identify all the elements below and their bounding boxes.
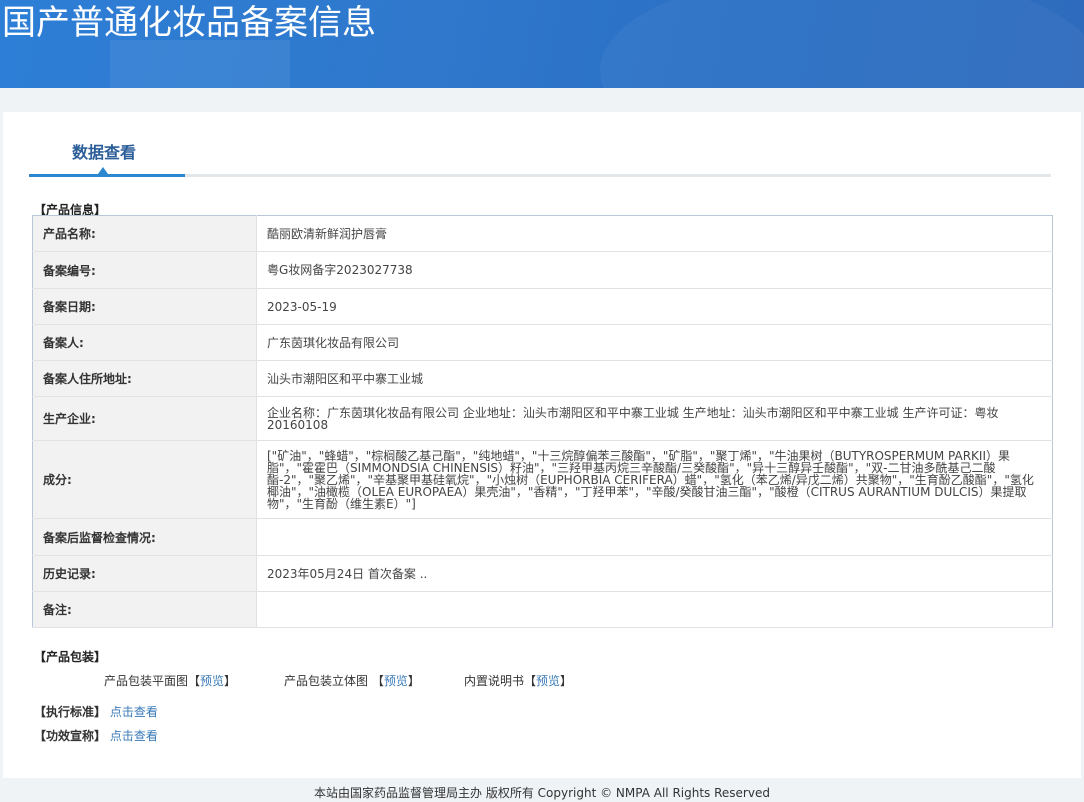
row-label: 备案后监督检查情况: bbox=[32, 518, 257, 556]
row-value: 2023年05月24日 首次备案 .. bbox=[256, 555, 1053, 592]
row-value: 酷丽欧清新鲜润护唇膏 bbox=[256, 215, 1053, 252]
table-row: 备案后监督检查情况: bbox=[32, 518, 1053, 556]
row-value: 企业名称：广东茵琪化妆品有限公司 企业地址：汕头市潮阳区和平中寨工业城 生产地址… bbox=[256, 396, 1053, 441]
row-value bbox=[256, 591, 1053, 628]
bracket: 】 bbox=[224, 674, 237, 688]
tab-active-indicator bbox=[29, 174, 185, 177]
preview-manual-link[interactable]: 预览 bbox=[536, 674, 560, 688]
tab-data-view[interactable]: 数据查看 bbox=[72, 139, 136, 163]
row-value: 汕头市潮阳区和平中寨工业城 bbox=[256, 360, 1053, 397]
row-value: 广东茵琪化妆品有限公司 bbox=[256, 324, 1053, 361]
table-row: 备案人住所地址: 汕头市潮阳区和平中寨工业城 bbox=[32, 360, 1053, 397]
product-info-table: 产品名称: 酷丽欧清新鲜润护唇膏 备案编号: 粤G妆网备字2023027738 备案日期… bbox=[32, 215, 1053, 628]
efficacy-view-link[interactable]: 点击查看 bbox=[110, 729, 158, 743]
packaging-3d: 产品包装立体图 【预览】 bbox=[284, 672, 420, 689]
row-value bbox=[256, 518, 1053, 556]
header-decoration bbox=[600, 0, 1084, 88]
footer-copyright: 本站由国家药品监督管理局主办 版权所有 Copyright © NMPA All… bbox=[314, 786, 770, 800]
efficacy-row: 【功效宣称】 点击查看 bbox=[34, 727, 158, 744]
table-row: 成分: ["矿油"，"蜂蜡"，"棕榈酸乙基己酯"，"纯地蜡"，"十三烷醇偏苯三酸酯… bbox=[32, 440, 1053, 519]
table-row: 历史记录: 2023年05月24日 首次备案 .. bbox=[32, 555, 1053, 592]
table-row: 备案编号: 粤G妆网备字2023027738 bbox=[32, 251, 1053, 289]
preview-flat-link[interactable]: 预览 bbox=[200, 674, 224, 688]
row-label: 备案编号: bbox=[32, 251, 257, 289]
standard-view-link[interactable]: 点击查看 bbox=[110, 705, 158, 719]
page-title: 国产普通化妆品备案信息 bbox=[2, 3, 376, 43]
row-label: 成分: bbox=[32, 440, 257, 519]
row-label: 备案日期: bbox=[32, 288, 257, 325]
standard-label: 【执行标准】 bbox=[34, 705, 107, 719]
table-row: 备注: bbox=[32, 591, 1053, 628]
row-label: 历史记录: bbox=[32, 555, 257, 592]
section-packaging: 【产品包装】 bbox=[34, 650, 107, 664]
row-label: 备案人: bbox=[32, 324, 257, 361]
bracket: 】 bbox=[560, 674, 573, 688]
packaging-flat-label: 产品包装平面图【 bbox=[104, 674, 201, 688]
preview-3d-link[interactable]: 预览 bbox=[384, 674, 408, 688]
efficacy-label: 【功效宣称】 bbox=[34, 729, 107, 743]
row-label: 生产企业: bbox=[32, 396, 257, 441]
table-row: 备案人: 广东茵琪化妆品有限公司 bbox=[32, 324, 1053, 361]
header-decoration bbox=[110, 40, 290, 88]
row-label: 备注: bbox=[32, 591, 257, 628]
row-value: 2023-05-19 bbox=[256, 288, 1053, 325]
row-value: 粤G妆网备字2023027738 bbox=[256, 251, 1053, 289]
standard-row: 【执行标准】 点击查看 bbox=[34, 703, 158, 720]
packaging-manual: 内置说明书【预览】 bbox=[464, 672, 572, 689]
packaging-3d-label: 产品包装立体图 【 bbox=[284, 674, 384, 688]
row-value: ["矿油"，"蜂蜡"，"棕榈酸乙基己酯"，"纯地蜡"，"十三烷醇偏苯三酸酯"，"… bbox=[256, 440, 1053, 519]
row-label: 产品名称: bbox=[32, 215, 257, 252]
packaging-manual-label: 内置说明书【 bbox=[464, 674, 537, 688]
table-row: 生产企业: 企业名称：广东茵琪化妆品有限公司 企业地址：汕头市潮阳区和平中寨工业城… bbox=[32, 396, 1053, 441]
page-header: 国产普通化妆品备案信息 bbox=[0, 0, 1084, 88]
row-label: 备案人住所地址: bbox=[32, 360, 257, 397]
table-row: 备案日期: 2023-05-19 bbox=[32, 288, 1053, 325]
tab-arrow-icon bbox=[98, 167, 108, 174]
bracket: 】 bbox=[407, 674, 420, 688]
packaging-flat: 产品包装平面图【预览】 bbox=[104, 672, 236, 689]
table-row: 产品名称: 酷丽欧清新鲜润护唇膏 bbox=[32, 215, 1053, 252]
